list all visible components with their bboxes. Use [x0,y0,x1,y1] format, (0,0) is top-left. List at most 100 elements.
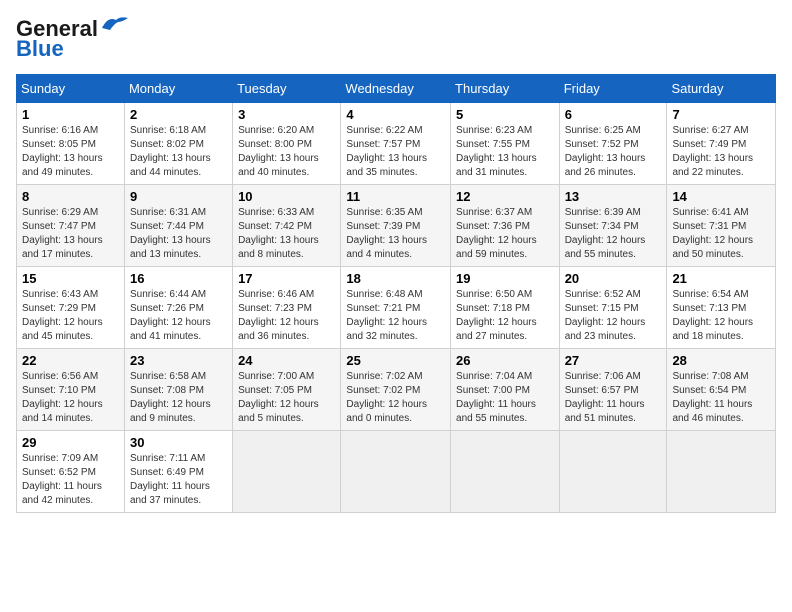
calendar-day-cell: 14 Sunrise: 6:41 AM Sunset: 7:31 PM Dayl… [667,185,776,267]
day-number: 26 [456,353,554,368]
calendar-day-cell: 7 Sunrise: 6:27 AM Sunset: 7:49 PM Dayli… [667,103,776,185]
calendar-day-cell: 8 Sunrise: 6:29 AM Sunset: 7:47 PM Dayli… [17,185,125,267]
weekday-header-wednesday: Wednesday [341,75,451,103]
day-info: Sunrise: 6:44 AM Sunset: 7:26 PM Dayligh… [130,288,227,344]
day-number: 7 [672,107,770,122]
calendar-day-cell: 12 Sunrise: 6:37 AM Sunset: 7:36 PM Dayl… [451,185,560,267]
day-info: Sunrise: 6:22 AM Sunset: 7:57 PM Dayligh… [346,124,445,180]
day-number: 2 [130,107,227,122]
calendar-day-cell: 25 Sunrise: 7:02 AM Sunset: 7:02 PM Dayl… [341,349,451,431]
logo-bird-icon [100,14,130,36]
day-number: 16 [130,271,227,286]
day-info: Sunrise: 7:08 AM Sunset: 6:54 PM Dayligh… [672,370,770,426]
day-number: 29 [22,435,119,450]
day-number: 18 [346,271,445,286]
calendar-day-cell: 5 Sunrise: 6:23 AM Sunset: 7:55 PM Dayli… [451,103,560,185]
calendar-week-row: 15 Sunrise: 6:43 AM Sunset: 7:29 PM Dayl… [17,267,776,349]
day-number: 23 [130,353,227,368]
day-info: Sunrise: 6:54 AM Sunset: 7:13 PM Dayligh… [672,288,770,344]
calendar-day-cell: 21 Sunrise: 6:54 AM Sunset: 7:13 PM Dayl… [667,267,776,349]
day-number: 30 [130,435,227,450]
calendar-day-cell: 2 Sunrise: 6:18 AM Sunset: 8:02 PM Dayli… [124,103,232,185]
day-info: Sunrise: 6:43 AM Sunset: 7:29 PM Dayligh… [22,288,119,344]
day-number: 11 [346,189,445,204]
calendar-day-cell: 29 Sunrise: 7:09 AM Sunset: 6:52 PM Dayl… [17,431,125,513]
calendar-day-cell: 17 Sunrise: 6:46 AM Sunset: 7:23 PM Dayl… [233,267,341,349]
calendar-day-cell: 13 Sunrise: 6:39 AM Sunset: 7:34 PM Dayl… [559,185,667,267]
day-number: 24 [238,353,335,368]
calendar-day-cell [233,431,341,513]
calendar-day-cell: 26 Sunrise: 7:04 AM Sunset: 7:00 PM Dayl… [451,349,560,431]
day-info: Sunrise: 6:23 AM Sunset: 7:55 PM Dayligh… [456,124,554,180]
day-info: Sunrise: 6:52 AM Sunset: 7:15 PM Dayligh… [565,288,662,344]
day-number: 14 [672,189,770,204]
day-info: Sunrise: 6:20 AM Sunset: 8:00 PM Dayligh… [238,124,335,180]
day-info: Sunrise: 6:29 AM Sunset: 7:47 PM Dayligh… [22,206,119,262]
weekday-header-friday: Friday [559,75,667,103]
day-number: 27 [565,353,662,368]
calendar-day-cell: 6 Sunrise: 6:25 AM Sunset: 7:52 PM Dayli… [559,103,667,185]
calendar-day-cell: 30 Sunrise: 7:11 AM Sunset: 6:49 PM Dayl… [124,431,232,513]
day-number: 12 [456,189,554,204]
page-header: General Blue [16,16,776,62]
calendar-day-cell: 4 Sunrise: 6:22 AM Sunset: 7:57 PM Dayli… [341,103,451,185]
day-number: 22 [22,353,119,368]
day-number: 28 [672,353,770,368]
day-info: Sunrise: 6:16 AM Sunset: 8:05 PM Dayligh… [22,124,119,180]
logo: General Blue [16,16,130,62]
calendar-week-row: 8 Sunrise: 6:29 AM Sunset: 7:47 PM Dayli… [17,185,776,267]
weekday-header-sunday: Sunday [17,75,125,103]
day-info: Sunrise: 7:11 AM Sunset: 6:49 PM Dayligh… [130,452,227,508]
day-info: Sunrise: 6:33 AM Sunset: 7:42 PM Dayligh… [238,206,335,262]
day-info: Sunrise: 6:50 AM Sunset: 7:18 PM Dayligh… [456,288,554,344]
calendar-day-cell: 16 Sunrise: 6:44 AM Sunset: 7:26 PM Dayl… [124,267,232,349]
day-number: 20 [565,271,662,286]
weekday-header-saturday: Saturday [667,75,776,103]
day-number: 9 [130,189,227,204]
calendar-day-cell [341,431,451,513]
day-number: 3 [238,107,335,122]
weekday-header-tuesday: Tuesday [233,75,341,103]
weekday-header-monday: Monday [124,75,232,103]
calendar-day-cell: 27 Sunrise: 7:06 AM Sunset: 6:57 PM Dayl… [559,349,667,431]
day-number: 25 [346,353,445,368]
calendar-table: SundayMondayTuesdayWednesdayThursdayFrid… [16,74,776,513]
calendar-day-cell: 20 Sunrise: 6:52 AM Sunset: 7:15 PM Dayl… [559,267,667,349]
calendar-day-cell: 3 Sunrise: 6:20 AM Sunset: 8:00 PM Dayli… [233,103,341,185]
day-info: Sunrise: 7:09 AM Sunset: 6:52 PM Dayligh… [22,452,119,508]
calendar-week-row: 1 Sunrise: 6:16 AM Sunset: 8:05 PM Dayli… [17,103,776,185]
day-number: 8 [22,189,119,204]
calendar-week-row: 22 Sunrise: 6:56 AM Sunset: 7:10 PM Dayl… [17,349,776,431]
day-info: Sunrise: 6:46 AM Sunset: 7:23 PM Dayligh… [238,288,335,344]
day-number: 19 [456,271,554,286]
day-info: Sunrise: 6:27 AM Sunset: 7:49 PM Dayligh… [672,124,770,180]
calendar-day-cell [451,431,560,513]
calendar-day-cell: 11 Sunrise: 6:35 AM Sunset: 7:39 PM Dayl… [341,185,451,267]
day-info: Sunrise: 6:37 AM Sunset: 7:36 PM Dayligh… [456,206,554,262]
calendar-day-cell: 9 Sunrise: 6:31 AM Sunset: 7:44 PM Dayli… [124,185,232,267]
day-info: Sunrise: 6:39 AM Sunset: 7:34 PM Dayligh… [565,206,662,262]
calendar-day-cell: 23 Sunrise: 6:58 AM Sunset: 7:08 PM Dayl… [124,349,232,431]
day-info: Sunrise: 6:31 AM Sunset: 7:44 PM Dayligh… [130,206,227,262]
calendar-body: 1 Sunrise: 6:16 AM Sunset: 8:05 PM Dayli… [17,103,776,513]
calendar-day-cell: 24 Sunrise: 7:00 AM Sunset: 7:05 PM Dayl… [233,349,341,431]
day-info: Sunrise: 7:04 AM Sunset: 7:00 PM Dayligh… [456,370,554,426]
day-number: 15 [22,271,119,286]
weekday-header-thursday: Thursday [451,75,560,103]
day-number: 21 [672,271,770,286]
calendar-week-row: 29 Sunrise: 7:09 AM Sunset: 6:52 PM Dayl… [17,431,776,513]
day-info: Sunrise: 6:56 AM Sunset: 7:10 PM Dayligh… [22,370,119,426]
day-info: Sunrise: 6:48 AM Sunset: 7:21 PM Dayligh… [346,288,445,344]
day-info: Sunrise: 6:18 AM Sunset: 8:02 PM Dayligh… [130,124,227,180]
day-number: 6 [565,107,662,122]
calendar-day-cell: 28 Sunrise: 7:08 AM Sunset: 6:54 PM Dayl… [667,349,776,431]
day-info: Sunrise: 7:02 AM Sunset: 7:02 PM Dayligh… [346,370,445,426]
day-number: 17 [238,271,335,286]
day-info: Sunrise: 6:35 AM Sunset: 7:39 PM Dayligh… [346,206,445,262]
day-info: Sunrise: 7:06 AM Sunset: 6:57 PM Dayligh… [565,370,662,426]
day-number: 1 [22,107,119,122]
day-number: 5 [456,107,554,122]
calendar-day-cell: 10 Sunrise: 6:33 AM Sunset: 7:42 PM Dayl… [233,185,341,267]
calendar-day-cell: 1 Sunrise: 6:16 AM Sunset: 8:05 PM Dayli… [17,103,125,185]
day-info: Sunrise: 6:58 AM Sunset: 7:08 PM Dayligh… [130,370,227,426]
